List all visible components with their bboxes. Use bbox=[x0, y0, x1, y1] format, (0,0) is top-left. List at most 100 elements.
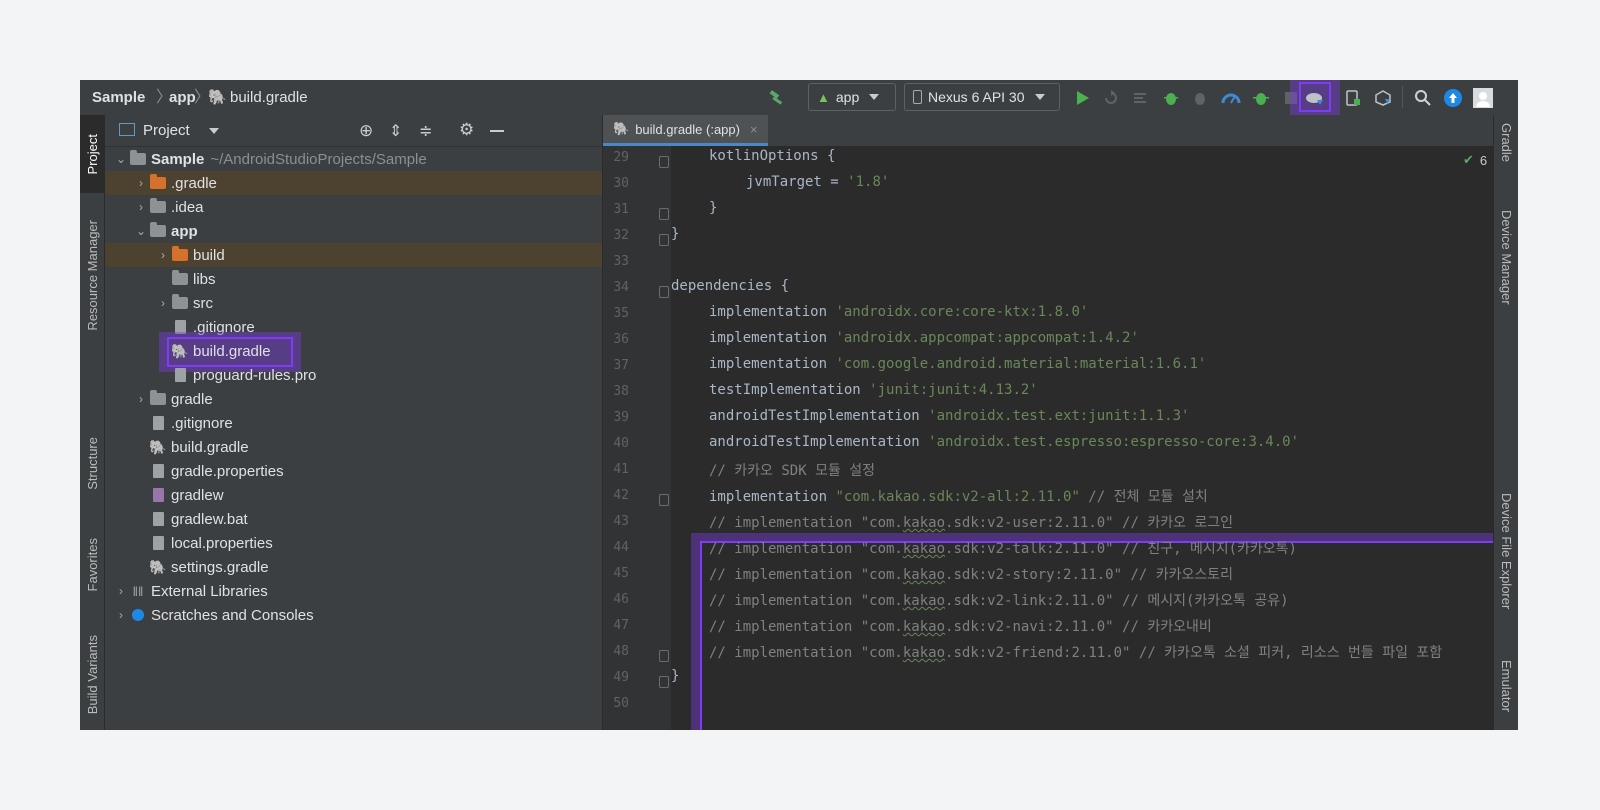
left-tool-stripe: Project Resource Manager Structure Favor… bbox=[80, 115, 105, 730]
tree-item-gradle-properties[interactable]: gradle.properties bbox=[105, 459, 646, 483]
line-number: 40 bbox=[613, 436, 629, 451]
gear-icon[interactable]: ⚙ bbox=[459, 120, 474, 140]
collapse-all-icon[interactable]: ≑ bbox=[419, 121, 432, 141]
run-config-label: app bbox=[835, 89, 860, 105]
tab-device-file-explorer[interactable]: Device File Explorer bbox=[1494, 493, 1518, 609]
update-icon[interactable] bbox=[1442, 87, 1464, 108]
tree-item-gradlew[interactable]: gradlew bbox=[105, 483, 646, 507]
close-icon[interactable]: × bbox=[750, 122, 758, 137]
chevron-down-icon: ⌄ bbox=[115, 152, 127, 166]
locate-icon[interactable]: ⊕ bbox=[359, 121, 373, 141]
code-line-31: } bbox=[709, 200, 718, 216]
gradle-sync-icon[interactable] bbox=[1304, 87, 1326, 108]
tree-item-app-build-gradle[interactable]: 🐘 build.gradle bbox=[105, 339, 668, 363]
line-number: 38 bbox=[613, 384, 629, 399]
project-view-icon bbox=[119, 123, 135, 136]
chevron-right-icon: › bbox=[139, 392, 143, 406]
editor-gutter: 29 30 31 32 33 34 35 36 37 38 39 40 41 4… bbox=[603, 146, 671, 730]
device-dropdown[interactable]: Nexus 6 API 30 bbox=[904, 83, 1060, 111]
tab-build-gradle-app[interactable]: 🐘 build.gradle (:app) × bbox=[603, 115, 768, 146]
line-number: 49 bbox=[613, 670, 629, 685]
tab-structure[interactable]: Structure bbox=[80, 423, 104, 503]
phone-icon bbox=[913, 90, 922, 104]
tree-item-gitignore[interactable]: .gitignore bbox=[105, 411, 646, 435]
fold-marker-icon[interactable] bbox=[659, 156, 669, 168]
fold-marker-icon[interactable] bbox=[659, 676, 669, 688]
expand-all-icon[interactable]: ⇕ bbox=[389, 121, 402, 141]
code-line-47: // implementation "com.kakao.sdk:v2-navi… bbox=[709, 619, 1212, 635]
avatar-icon[interactable] bbox=[1472, 87, 1494, 108]
chevron-right-icon: › bbox=[139, 200, 143, 214]
gradle-elephant-icon: 🐘 bbox=[613, 121, 630, 136]
code-editor[interactable]: kotlinOptions { jvmTarget = '1.8' } } de… bbox=[671, 146, 1510, 730]
line-number: 50 bbox=[613, 696, 629, 711]
run-icon[interactable] bbox=[1072, 87, 1092, 108]
debug-icon[interactable] bbox=[1160, 87, 1182, 108]
line-number: 43 bbox=[613, 514, 629, 529]
chevron-down-icon[interactable] bbox=[209, 128, 219, 134]
run-config-dropdown[interactable]: ▲ app bbox=[808, 83, 896, 111]
gradle-elephant-icon: 🐘 bbox=[171, 342, 189, 359]
tree-item-build-gradle[interactable]: 🐘 build.gradle bbox=[105, 435, 646, 459]
tree-item-settings-gradle[interactable]: 🐘 settings.gradle bbox=[105, 555, 646, 579]
breadcrumb-module[interactable]: app bbox=[169, 80, 196, 115]
search-icon[interactable] bbox=[1412, 87, 1434, 108]
project-view-label[interactable]: Project bbox=[143, 115, 190, 146]
tree-root-sample[interactable]: ⌄ Sample ~/AndroidStudioProjects/Sample bbox=[105, 147, 610, 171]
hide-icon[interactable] bbox=[490, 130, 504, 132]
debug-attach-icon[interactable] bbox=[1250, 87, 1272, 108]
tab-favorites[interactable]: Favorites bbox=[80, 520, 104, 610]
device-label: Nexus 6 API 30 bbox=[928, 89, 1025, 105]
tree-item-external-libraries[interactable]: › ‖‖ External Libraries bbox=[105, 579, 610, 603]
breadcrumb-file[interactable]: build.gradle bbox=[230, 80, 308, 115]
tree-item-libs[interactable]: libs bbox=[105, 267, 668, 291]
chevron-right-icon: › bbox=[119, 608, 123, 622]
apply-changes-icon[interactable] bbox=[1130, 87, 1152, 108]
chevron-right-icon: › bbox=[161, 296, 165, 310]
code-line-32: } bbox=[671, 226, 680, 242]
hammer-icon[interactable] bbox=[766, 87, 788, 108]
fold-marker-icon[interactable] bbox=[659, 286, 669, 298]
tree-item-scratches[interactable]: › Scratches and Consoles bbox=[105, 603, 610, 627]
fold-marker-icon[interactable] bbox=[659, 234, 669, 246]
code-line-30: jvmTarget = '1.8' bbox=[746, 174, 890, 190]
fold-marker-icon[interactable] bbox=[659, 494, 669, 506]
tree-item-app[interactable]: ⌄ app bbox=[105, 219, 630, 243]
profile-icon[interactable] bbox=[1220, 87, 1242, 108]
tree-item-build[interactable]: › build bbox=[105, 243, 652, 267]
tab-project[interactable]: Project bbox=[80, 115, 104, 193]
tab-emulator[interactable]: Emulator bbox=[1494, 660, 1518, 712]
project-panel-header: Project ⊕ ⇕ ≑ ⚙ bbox=[105, 115, 602, 147]
device-manager-icon[interactable] bbox=[1342, 87, 1364, 108]
tree-item-proguard-rules[interactable]: proguard-rules.pro bbox=[105, 363, 668, 387]
chevron-down-icon: ⌄ bbox=[135, 224, 147, 238]
code-line-43: // implementation "com.kakao.sdk:v2-user… bbox=[709, 515, 1234, 531]
tree-item-src[interactable]: › src bbox=[105, 291, 652, 315]
sdk-manager-icon[interactable] bbox=[1372, 87, 1394, 108]
tree-item-idea[interactable]: › .idea bbox=[105, 195, 630, 219]
navigation-bar: Sample 〉 app 〉 🐘 build.gradle ▲ app Nexu… bbox=[80, 80, 1518, 122]
tree-item-local-properties[interactable]: local.properties bbox=[105, 531, 646, 555]
line-number: 37 bbox=[613, 358, 629, 373]
tree-item-gradle[interactable]: › gradle bbox=[105, 387, 630, 411]
library-icon: ‖‖ bbox=[132, 583, 144, 599]
chevron-down-icon bbox=[1034, 94, 1045, 100]
attach-debugger-icon[interactable] bbox=[1190, 87, 1212, 108]
tab-device-manager[interactable]: Device Manager bbox=[1494, 210, 1518, 305]
tab-resource-manager[interactable]: Resource Manager bbox=[80, 205, 104, 345]
folder-icon bbox=[149, 390, 167, 407]
line-number: 34 bbox=[613, 280, 629, 295]
tab-build-variants[interactable]: Build Variants bbox=[80, 625, 104, 725]
folder-icon bbox=[149, 174, 167, 191]
fold-marker-icon[interactable] bbox=[659, 208, 669, 220]
tree-item-dot-gradle[interactable]: › .gradle bbox=[105, 171, 630, 195]
breadcrumb-project[interactable]: Sample bbox=[92, 80, 145, 115]
line-number: 31 bbox=[613, 202, 629, 217]
code-line-42: implementation "com.kakao.sdk:v2-all:2.1… bbox=[709, 489, 1208, 505]
rerun-icon[interactable] bbox=[1100, 87, 1122, 108]
tab-gradle[interactable]: Gradle bbox=[1494, 123, 1518, 162]
fold-marker-icon[interactable] bbox=[659, 650, 669, 662]
line-number: 30 bbox=[613, 176, 629, 191]
tree-item-gradlew-bat[interactable]: gradlew.bat bbox=[105, 507, 646, 531]
properties-file-icon bbox=[149, 535, 167, 551]
